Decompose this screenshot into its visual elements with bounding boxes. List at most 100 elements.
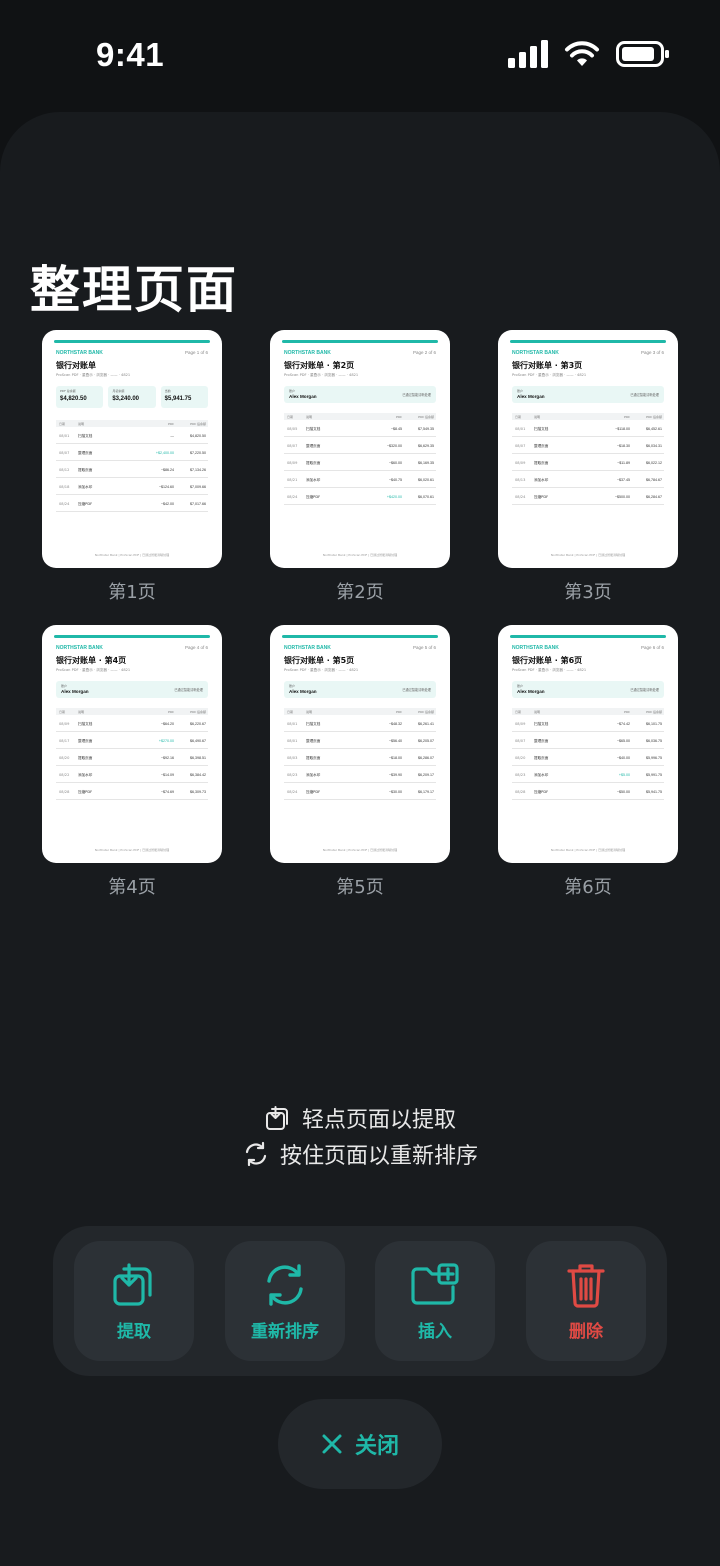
doc-table-header: 日期 说明 PDF PDF 后余额 — [512, 413, 664, 420]
doc-summary-card: 当前 $5,941.75 — [160, 386, 208, 408]
doc-row-amount: −$74.69 — [160, 790, 174, 794]
doc-table-header: 日期 说明 PDF PDF 后余额 — [56, 420, 208, 427]
doc-row-amount: −$30.00 — [388, 790, 402, 794]
doc-row-balance: $6,205.07 — [418, 739, 434, 743]
doc-subtitle: ProScan PDF · 重叠示 · 浏览器 · —— · 4821 — [512, 373, 587, 377]
doc-table-row: 08/03 提取页面 −$18.00 $6,286.07 — [284, 750, 436, 766]
close-button[interactable]: 关闭 — [278, 1399, 442, 1489]
doc-row-balance: $6,034.31 — [646, 444, 662, 448]
doc-row-desc: 整理页面 — [306, 739, 321, 743]
doc-footer: Northstar Bank | ProScan PDF | 已通过智能清晰处理 — [322, 848, 398, 852]
doc-row-amount: −$65.00 — [616, 739, 630, 743]
doc-row-date: 08/09 — [515, 461, 526, 465]
doc-row-desc: 压缩PDF — [306, 790, 321, 794]
page-preview[interactable]: NORTHSTAR BANK Page 5 of 6 银行对账单 · 第5页 ProS… — [270, 625, 450, 863]
doc-table-row: 08/24 压缩PDF +$420.00 $6,070.61 — [284, 489, 436, 505]
doc-head-desc: 说明 — [306, 415, 313, 419]
doc-page-number: Page 3 of 6 — [640, 350, 664, 355]
reorder-arrows-icon — [245, 1141, 267, 1167]
doc-row-date: 08/24 — [59, 502, 70, 506]
doc-footer: Northstar Bank | ProScan PDF | 已通过智能清晰处理 — [550, 553, 626, 557]
doc-head-date: 日期 — [287, 415, 294, 419]
doc-row-amount: −$74.42 — [616, 722, 630, 726]
doc-bank-name: NORTHSTAR BANK — [56, 645, 103, 651]
trash-icon — [567, 1263, 605, 1308]
doc-table-row: 08/09 提取页面 −$11.89 $6,022.12 — [512, 455, 664, 471]
page-preview[interactable]: NORTHSTAR BANK Page 1 of 6 银行对账单 ProScan PD… — [42, 330, 222, 568]
page-label: 第4页 — [108, 877, 156, 898]
doc-row-amount: −$14.09 — [160, 773, 174, 777]
page-thumbnail[interactable]: NORTHSTAR BANK Page 3 of 6 银行对账单 · 第3页 ProS… — [498, 330, 678, 604]
page-thumbnail[interactable]: NORTHSTAR BANK Page 6 of 6 银行对账单 · 第6页 ProS… — [498, 625, 678, 899]
doc-table-row: 08/07 整理页面 +$2,400.00 $7,220.50 — [56, 445, 208, 461]
doc-table-row: 08/01 整理页面 −$56.40 $6,205.07 — [284, 733, 436, 749]
doc-summary-label: 当前 — [164, 389, 171, 393]
doc-row-amount: +$2,400.00 — [155, 451, 174, 455]
doc-row-desc: 压缩PDF — [306, 495, 321, 499]
doc-row-balance: $6,309.73 — [190, 790, 206, 794]
doc-table-row: 08/12 提取页面 −$86.24 $7,134.26 — [56, 462, 208, 478]
doc-head-amount: PDF — [624, 710, 630, 714]
doc-head-balance: PDF 后余额 — [418, 415, 434, 419]
page-preview[interactable]: NORTHSTAR BANK Page 3 of 6 银行对账单 · 第3页 ProS… — [498, 330, 678, 568]
doc-accent-bar — [510, 340, 666, 343]
doc-head-desc: 说明 — [78, 710, 85, 714]
doc-title: 银行对账单 · 第5页 — [284, 656, 355, 665]
page-thumbnail[interactable]: NORTHSTAR BANK Page 5 of 6 银行对账单 · 第5页 ProS… — [270, 625, 450, 899]
doc-row-amount: −$8.45 — [390, 427, 402, 431]
doc-table-row: 08/09 扫描文档 −$64.20 $6,220.67 — [56, 716, 208, 732]
page-preview[interactable]: NORTHSTAR BANK Page 6 of 6 银行对账单 · 第6页 ProS… — [498, 625, 678, 863]
doc-row-desc: 添加水印 — [306, 773, 321, 777]
page-label: 第6页 — [564, 877, 612, 898]
doc-row-date: 08/03 — [287, 756, 298, 760]
doc-row-balance: $6,070.61 — [418, 495, 434, 499]
doc-row-balance: $7,017.66 — [190, 502, 206, 506]
doc-row-desc: 提取页面 — [78, 756, 93, 760]
page-thumbnail[interactable]: NORTHSTAR BANK Page 4 of 6 银行对账单 · 第4页 ProS… — [42, 625, 222, 899]
doc-account-label: 账户 — [517, 684, 524, 688]
doc-accent-bar — [54, 635, 210, 638]
doc-row-balance: $6,209.17 — [418, 773, 434, 777]
doc-bank-name: NORTHSTAR BANK — [512, 350, 559, 356]
doc-bank-name: NORTHSTAR BANK — [512, 645, 559, 651]
reorder-arrows-icon — [267, 1263, 303, 1306]
doc-row-date: 08/07 — [515, 739, 526, 743]
doc-row-date: 08/18 — [59, 485, 70, 489]
doc-head-date: 日期 — [287, 710, 294, 714]
doc-row-amount: −$37.45 — [616, 478, 630, 482]
doc-summary-label: PDF 总余额 — [60, 389, 76, 393]
doc-account-info: 账户 Alex Morgan 已通过智能清晰处理 — [284, 386, 436, 403]
doc-account-name: Alex Morgan — [289, 394, 317, 399]
insert-button[interactable]: 插入 — [375, 1241, 495, 1361]
doc-row-desc: 添加水印 — [78, 485, 93, 489]
extract-button[interactable]: 提取 — [74, 1241, 194, 1361]
doc-row-balance: $6,261.41 — [418, 722, 434, 726]
doc-row-date: 08/01 — [59, 434, 70, 438]
doc-row-desc: 提取页面 — [534, 756, 549, 760]
doc-row-amount: −$48.32 — [388, 722, 402, 726]
page-thumbnail[interactable]: NORTHSTAR BANK Page 1 of 6 银行对账单 ProScan PD… — [42, 330, 222, 604]
doc-table-row: 08/07 整理页面 −$18.30 $6,034.31 — [512, 438, 664, 454]
hint-tap-text: 轻点页面以提取 — [301, 1108, 456, 1133]
hint-tap-extract: 轻点页面以提取 — [0, 1100, 720, 1136]
doc-summary-card: PDF 总余额 $4,820.50 — [56, 386, 104, 408]
doc-table-header: 日期 说明 PDF PDF 后余额 — [512, 708, 664, 715]
doc-row-balance: $6,629.35 — [418, 444, 434, 448]
delete-button[interactable]: 删除 — [526, 1241, 646, 1361]
page-thumbnail[interactable]: NORTHSTAR BANK Page 2 of 6 银行对账单 · 第2页 ProS… — [270, 330, 450, 604]
doc-row-date: 08/01 — [515, 427, 526, 431]
doc-row-amount: +$420.00 — [386, 495, 402, 499]
doc-row-date: 08/28 — [59, 790, 70, 794]
reorder-button[interactable]: 重新排序 — [225, 1241, 345, 1361]
insert-button-label: 插入 — [418, 1321, 452, 1342]
doc-row-balance: $5,996.75 — [646, 756, 662, 760]
page-preview[interactable]: NORTHSTAR BANK Page 2 of 6 银行对账单 · 第2页 ProS… — [270, 330, 450, 568]
doc-row-balance: $6,784.67 — [646, 478, 662, 482]
doc-row-date: 08/22 — [59, 773, 70, 777]
page-preview[interactable]: NORTHSTAR BANK Page 4 of 6 银行对账单 · 第4页 ProS… — [42, 625, 222, 863]
doc-row-amount: −$60.00 — [388, 461, 402, 465]
doc-subtitle: ProScan PDF · 重叠示 · 浏览器 · —— · 4821 — [512, 668, 587, 672]
close-icon — [322, 1434, 342, 1454]
doc-row-desc: 扫描文档 — [306, 427, 321, 431]
doc-summary-card: 月初余额 $3,240.00 — [108, 386, 156, 408]
